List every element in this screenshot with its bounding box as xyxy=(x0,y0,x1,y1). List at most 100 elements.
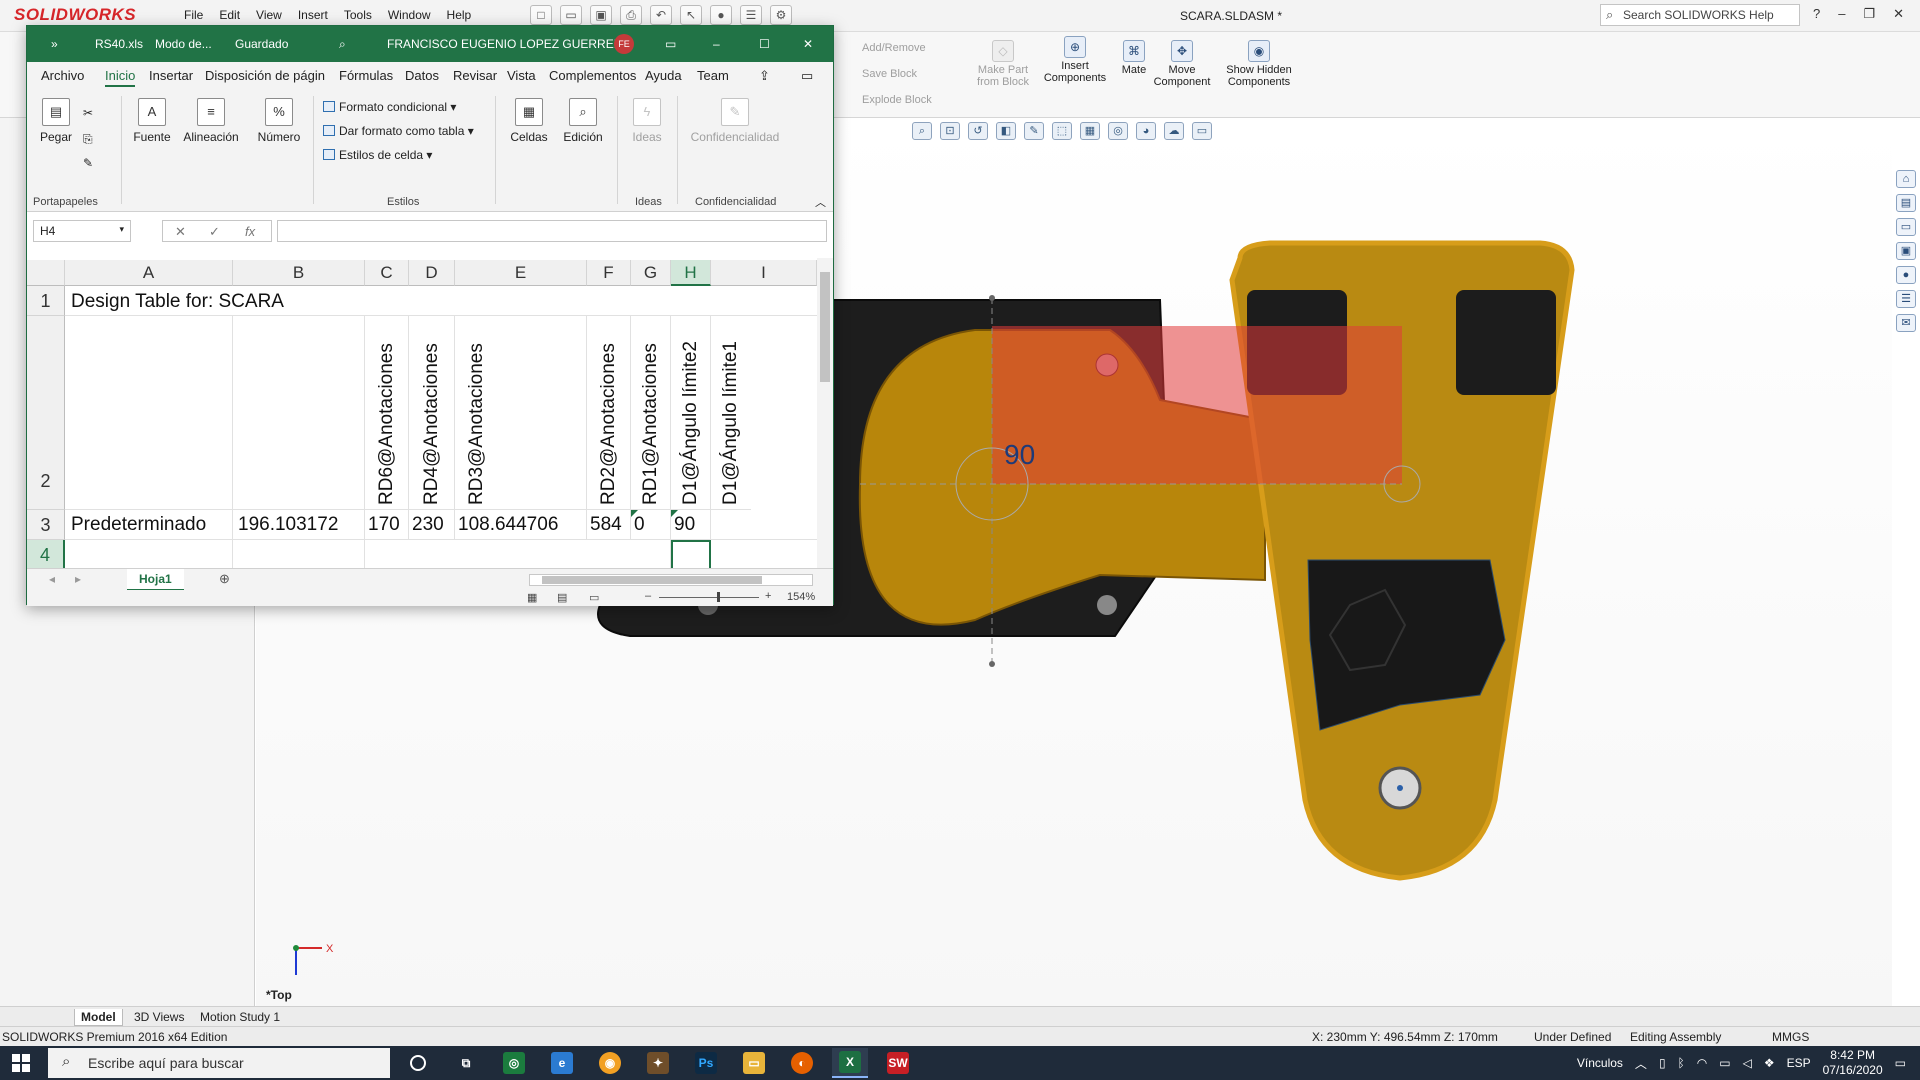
confirm-entry-icon[interactable]: ✓ xyxy=(209,224,220,240)
menu-tools[interactable]: Tools xyxy=(344,8,372,22)
edge-icon[interactable]: e xyxy=(544,1048,580,1078)
excel-close-icon[interactable]: ✕ xyxy=(803,37,813,51)
menu-window[interactable]: Window xyxy=(388,8,431,22)
cancel-entry-icon[interactable]: ✕ xyxy=(175,224,186,240)
start-windows-icon[interactable] xyxy=(12,1054,30,1072)
bluetooth-icon[interactable]: ᛒ xyxy=(1678,1056,1685,1070)
cut-icon[interactable]: ✂ xyxy=(83,106,93,120)
tab-model[interactable]: Model xyxy=(74,1009,123,1026)
solidworks-help-search[interactable]: ⌕ Search SOLIDWORKS Help xyxy=(1600,4,1800,26)
game-app-icon[interactable]: ✦ xyxy=(640,1048,676,1078)
cell-e2-filler[interactable] xyxy=(499,316,587,510)
rebuild-icon[interactable]: ● xyxy=(710,5,732,25)
options-gear-icon[interactable]: ⚙ xyxy=(770,5,792,25)
clock[interactable]: 8:42 PM 07/16/2020 xyxy=(1823,1048,1883,1078)
cell-a3[interactable]: Predeterminado xyxy=(65,510,233,540)
home-icon[interactable]: ⌂ xyxy=(1896,170,1916,188)
links-toolbar[interactable]: Vínculos xyxy=(1577,1056,1623,1070)
menu-file[interactable]: File xyxy=(184,8,203,22)
page-break-icon[interactable]: ▭ xyxy=(589,591,599,604)
column-header-a[interactable]: A xyxy=(65,260,233,286)
tab-insertar[interactable]: Insertar xyxy=(149,68,193,83)
view-palette-icon[interactable]: ▣ xyxy=(1896,242,1916,260)
tab-ayuda[interactable]: Ayuda xyxy=(645,68,682,83)
page-layout-icon[interactable]: ▤ xyxy=(557,591,567,604)
make-part-from-block-button[interactable]: ◇ Make Part from Block xyxy=(968,40,1038,88)
column-header-i[interactable]: I xyxy=(711,260,817,286)
cell-e2[interactable]: RD2@Anotaciones xyxy=(587,316,631,510)
column-header-b[interactable]: B xyxy=(233,260,365,286)
cell-d3[interactable]: 230 xyxy=(409,510,455,540)
tab-revisar[interactable]: Revisar xyxy=(453,68,497,83)
wifi-icon[interactable]: ◠ xyxy=(1697,1056,1707,1070)
unit-system[interactable]: MMGS xyxy=(1772,1030,1809,1044)
tab-disposicion[interactable]: Disposición de págin xyxy=(205,68,325,83)
column-header-f[interactable]: F xyxy=(587,260,631,286)
file-explorer-icon[interactable]: ▭ xyxy=(736,1048,772,1078)
row-header-1[interactable]: 1 xyxy=(27,286,65,316)
minimize-icon[interactable]: – xyxy=(1838,6,1845,22)
zoom-level[interactable]: 154% xyxy=(787,591,815,603)
name-box-dropdown-icon[interactable]: ▾ xyxy=(119,224,124,235)
cell-e3[interactable]: 108.644706 xyxy=(455,510,587,540)
tab-archivo[interactable]: Archivo xyxy=(41,68,84,83)
format-painter-icon[interactable]: ✎ xyxy=(83,156,93,170)
insert-function-icon[interactable]: fx xyxy=(245,224,255,239)
cell-c4-g4[interactable] xyxy=(365,540,671,568)
save-block-button[interactable]: Save Block xyxy=(862,68,917,80)
zoom-in-icon[interactable]: + xyxy=(765,590,771,602)
zoom-out-icon[interactable]: – xyxy=(645,590,651,602)
add-sheet-icon[interactable]: ⊕ xyxy=(219,571,230,587)
column-header-h[interactable]: H xyxy=(671,260,711,286)
tab-datos[interactable]: Datos xyxy=(405,68,439,83)
tab-inicio[interactable]: Inicio xyxy=(105,68,136,87)
cell-a1[interactable]: Design Table for: SCARA xyxy=(65,286,817,316)
new-document-icon[interactable]: □ xyxy=(530,5,552,25)
row-header-2[interactable]: 2 xyxy=(27,316,65,510)
cell-d2b[interactable]: RD3@Anotaciones xyxy=(455,316,499,510)
excel-search-icon[interactable]: ⌕ xyxy=(339,37,346,52)
comments-icon[interactable]: ▭ xyxy=(801,68,813,84)
explode-block-button[interactable]: Explode Block xyxy=(862,94,932,106)
cell-h4-active[interactable] xyxy=(671,540,711,568)
cells-button[interactable]: ▦ Celdas xyxy=(503,98,555,144)
battery-icon[interactable]: ▭ xyxy=(1719,1056,1730,1070)
custom-properties-icon[interactable]: ☰ xyxy=(1896,290,1916,308)
cell-d2[interactable]: RD4@Anotaciones xyxy=(409,316,455,510)
cell-h2[interactable]: D1@Ángulo límite1 xyxy=(711,316,751,510)
tab-complementos[interactable]: Complementos xyxy=(549,68,636,83)
chrome-icon[interactable]: ◉ xyxy=(592,1048,628,1078)
quick-access-chevron-icon[interactable]: » xyxy=(51,37,58,51)
share-icon[interactable]: ⇪ xyxy=(759,68,770,84)
cell-f3[interactable]: 584 xyxy=(587,510,631,540)
photoshop-icon[interactable]: Ps xyxy=(688,1048,724,1078)
vertical-scrollbar[interactable] xyxy=(817,258,833,578)
zoom-slider[interactable] xyxy=(659,592,759,602)
appearances-icon[interactable]: ● xyxy=(1896,266,1916,284)
next-sheet-icon[interactable]: ▸ xyxy=(75,572,81,586)
notifications-icon[interactable]: ▭ xyxy=(1895,1056,1906,1070)
cell-h3[interactable]: 90 xyxy=(671,510,711,540)
number-button[interactable]: % Número xyxy=(253,98,305,144)
menu-edit[interactable]: Edit xyxy=(219,8,240,22)
alignment-button[interactable]: ≡ Alineación xyxy=(179,98,243,144)
dropbox-icon[interactable]: ❖ xyxy=(1764,1056,1775,1070)
excel-maximize-icon[interactable]: ☐ xyxy=(759,37,770,51)
language-indicator[interactable]: ESP xyxy=(1787,1056,1811,1070)
cell-g2[interactable]: D1@Ángulo límite2 xyxy=(671,316,711,510)
close-icon[interactable]: ✕ xyxy=(1893,6,1904,22)
angle-dimension[interactable]: 90 xyxy=(1004,439,1035,470)
show-hidden-icons-icon[interactable]: ︿ xyxy=(1635,1055,1647,1072)
user-avatar[interactable]: FE xyxy=(614,34,634,54)
excel-minimize-icon[interactable]: – xyxy=(713,37,720,51)
normal-view-icon[interactable]: ▦ xyxy=(527,591,537,604)
cell-a2[interactable] xyxy=(65,316,233,510)
cell-c3[interactable]: 170 xyxy=(365,510,409,540)
column-header-d[interactable]: D xyxy=(409,260,455,286)
undo-icon[interactable]: ↶ xyxy=(650,5,672,25)
formula-input[interactable] xyxy=(277,220,827,242)
add-remove-button[interactable]: Add/Remove xyxy=(862,42,926,54)
file-properties-icon[interactable]: ☰ xyxy=(740,5,762,25)
prev-sheet-icon[interactable]: ◂ xyxy=(49,572,55,586)
taskbar-search-box[interactable]: ⌕ Escribe aquí para buscar xyxy=(48,1048,390,1078)
